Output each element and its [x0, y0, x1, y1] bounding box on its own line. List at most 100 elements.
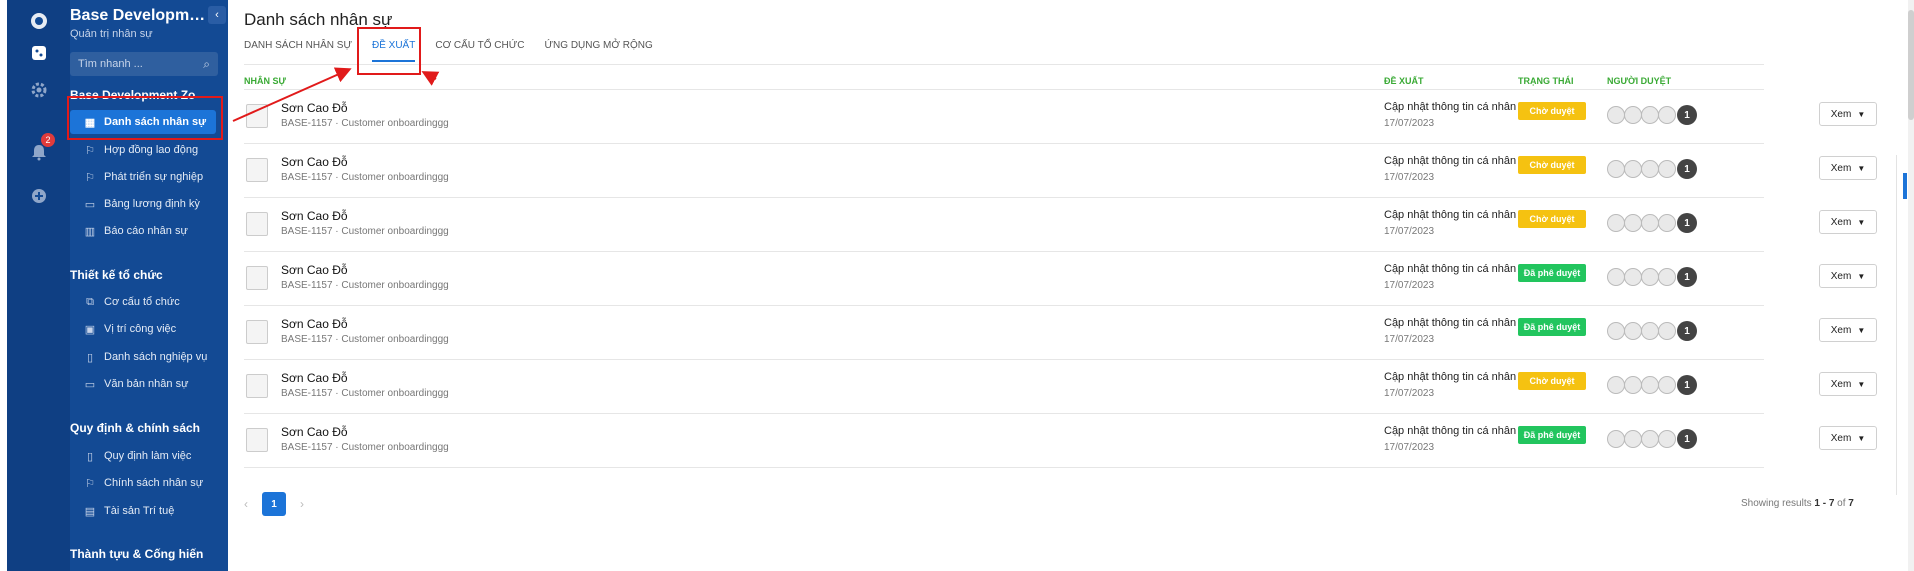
- approver-avatar: [1607, 430, 1625, 448]
- caret-down-icon: ▼: [1857, 217, 1866, 227]
- approver-avatar: [1641, 106, 1659, 124]
- sidebar-item-label: Bảng lương định kỳ: [104, 198, 200, 210]
- book-icon: ▯: [86, 351, 94, 364]
- scrollbar-thumb[interactable]: [1908, 10, 1914, 120]
- request-type: Cập nhật thông tin cá nhân: [1384, 317, 1517, 329]
- view-dropdown-button[interactable]: Xem ▼: [1819, 372, 1877, 396]
- quick-search[interactable]: ⌕: [70, 52, 218, 76]
- tab-danh-sach-nhan-su[interactable]: DANH SÁCH NHÂN SỰ: [244, 40, 352, 62]
- status-badge: Đã phê duyệt: [1518, 426, 1586, 444]
- add-circle-icon[interactable]: [26, 183, 52, 209]
- sidebar-item-quy-dinh[interactable]: ▯ Quy định làm việc: [70, 444, 216, 468]
- request-date: 17/07/2023: [1384, 334, 1435, 345]
- employee-name[interactable]: Sơn Cao Đỗ: [281, 263, 348, 277]
- employee-name[interactable]: Sơn Cao Đỗ: [281, 155, 348, 169]
- request-type: Cập nhật thông tin cá nhân: [1384, 425, 1517, 437]
- sidebar-item-label: Báo cáo nhân sự: [104, 225, 188, 237]
- employee-name[interactable]: Sơn Cao Đỗ: [281, 317, 348, 331]
- approver-more-count: 1: [1677, 429, 1697, 449]
- approver-avatar: [1658, 376, 1676, 394]
- view-dropdown-button[interactable]: Xem ▼: [1819, 102, 1877, 126]
- nav-sidebar: Base Development ... Quản trị nhân sự ‹ …: [70, 0, 228, 571]
- sidebar-item-van-ban[interactable]: ▭ Văn bản nhân sự: [70, 372, 216, 396]
- employee-meta: BASE-1157 · Customer onboardinggg: [281, 172, 449, 183]
- page-button-current[interactable]: 1: [262, 492, 286, 516]
- approver-avatar: [1624, 106, 1642, 124]
- status-badge: Chờ duyệt: [1518, 156, 1586, 174]
- sidebar-item-tai-san[interactable]: ▤ Tài sản Trí tuệ: [70, 499, 216, 523]
- folder-icon: ▭: [84, 378, 96, 391]
- view-dropdown-button[interactable]: Xem ▼: [1819, 318, 1877, 342]
- briefcase-icon: ▣: [84, 323, 96, 336]
- approver-avatar: [1658, 268, 1676, 286]
- tabs-divider: [244, 64, 1764, 65]
- page-scrollbar[interactable]: [1908, 0, 1914, 571]
- employee-avatar: [246, 104, 268, 128]
- employee-name[interactable]: Sơn Cao Đỗ: [281, 209, 348, 223]
- view-dropdown-button[interactable]: Xem ▼: [1819, 210, 1877, 234]
- view-dropdown-button[interactable]: Xem ▼: [1819, 426, 1877, 450]
- flag-icon: ⚐: [85, 477, 95, 490]
- gear-icon[interactable]: [26, 77, 52, 103]
- table-row[interactable]: Sơn Cao Đỗ BASE-1157 · Customer onboardi…: [244, 198, 1877, 252]
- sidebar-item-nghiep-vu[interactable]: ▯ Danh sách nghiệp vụ: [70, 345, 216, 369]
- request-type: Cập nhật thông tin cá nhân: [1384, 209, 1517, 221]
- approver-avatars: 1: [1607, 320, 1697, 342]
- folder-icon: ▭: [84, 198, 96, 211]
- approver-avatar: [1641, 376, 1659, 394]
- chevron-right-icon[interactable]: ›: [300, 497, 304, 511]
- employee-avatar: [246, 212, 268, 236]
- approver-more-count: 1: [1677, 321, 1697, 341]
- approver-avatar: [1641, 214, 1659, 232]
- table-row[interactable]: Sơn Cao Đỗ BASE-1157 · Customer onboardi…: [244, 414, 1877, 468]
- caret-down-icon: ▼: [1857, 163, 1866, 173]
- view-dropdown-button[interactable]: Xem ▼: [1819, 264, 1877, 288]
- tab-co-cau-to-chuc[interactable]: CƠ CẤU TỔ CHỨC: [435, 40, 524, 62]
- table-row[interactable]: Sơn Cao Đỗ BASE-1157 · Customer onboardi…: [244, 90, 1877, 144]
- request-type: Cập nhật thông tin cá nhân: [1384, 371, 1517, 383]
- table-row[interactable]: Sơn Cao Đỗ BASE-1157 · Customer onboardi…: [244, 252, 1877, 306]
- table-row[interactable]: Sơn Cao Đỗ BASE-1157 · Customer onboardi…: [244, 360, 1877, 414]
- employee-name[interactable]: Sơn Cao Đỗ: [281, 371, 348, 385]
- sidebar-item-chinh-sach[interactable]: ⚐ Chính sách nhân sự: [70, 471, 216, 495]
- request-type: Cập nhật thông tin cá nhân: [1384, 155, 1517, 167]
- employee-name[interactable]: Sơn Cao Đỗ: [281, 101, 348, 115]
- sidebar-item-co-cau[interactable]: ⧉ Cơ cấu tổ chức: [70, 290, 216, 314]
- sidebar-item-label: Chính sách nhân sự: [104, 477, 204, 489]
- results-summary: Showing results 1 - 7 of 7: [1741, 498, 1854, 509]
- employee-name[interactable]: Sơn Cao Đỗ: [281, 425, 348, 439]
- search-input[interactable]: [78, 58, 188, 70]
- sidebar-item-vi-tri[interactable]: ▣ Vị trí công việc: [70, 317, 216, 341]
- approver-avatar: [1607, 160, 1625, 178]
- sidebar-item-bao-cao[interactable]: ▥ Báo cáo nhân sự: [70, 219, 216, 243]
- chevron-left-icon: ‹: [215, 9, 219, 21]
- apps-icon[interactable]: [26, 40, 52, 66]
- sidebar-item-label: Vị trí công việc: [104, 323, 177, 335]
- header-request: ĐỀ XUẤT: [1384, 76, 1424, 86]
- notification-badge: 2: [41, 133, 55, 147]
- approver-avatar: [1658, 106, 1676, 124]
- sidebar-item-hop-dong[interactable]: ⚐ Hợp đồng lao động: [70, 138, 216, 162]
- annotation-box-sidebar: [67, 96, 223, 140]
- view-button-label: Xem: [1830, 108, 1852, 120]
- tab-ung-dung-mo-rong[interactable]: ỨNG DỤNG MỞ RỘNG: [545, 40, 653, 62]
- logo-icon[interactable]: [26, 8, 52, 34]
- sidebar-item-phat-trien[interactable]: ⚐ Phát triển sự nghiệp: [70, 165, 216, 189]
- table-row[interactable]: Sơn Cao Đỗ BASE-1157 · Customer onboardi…: [244, 144, 1877, 198]
- table-row[interactable]: Sơn Cao Đỗ BASE-1157 · Customer onboardi…: [244, 306, 1877, 360]
- request-date: 17/07/2023: [1384, 442, 1435, 453]
- approver-avatar: [1641, 160, 1659, 178]
- approver-avatar: [1607, 376, 1625, 394]
- approver-avatar: [1624, 430, 1642, 448]
- collapse-sidebar-button[interactable]: ‹: [208, 6, 226, 24]
- annotation-box-tab: [357, 27, 421, 75]
- view-dropdown-button[interactable]: Xem ▼: [1819, 156, 1877, 180]
- sidebar-item-bang-luong[interactable]: ▭ Bảng lương định kỳ: [70, 192, 216, 216]
- approver-more-count: 1: [1677, 105, 1697, 125]
- approver-avatar: [1607, 322, 1625, 340]
- search-icon[interactable]: ⌕: [203, 57, 210, 72]
- approver-avatar: [1624, 376, 1642, 394]
- chart-icon: ▥: [84, 225, 96, 238]
- approver-avatars: 1: [1607, 158, 1697, 180]
- chevron-left-icon[interactable]: ‹: [244, 497, 248, 511]
